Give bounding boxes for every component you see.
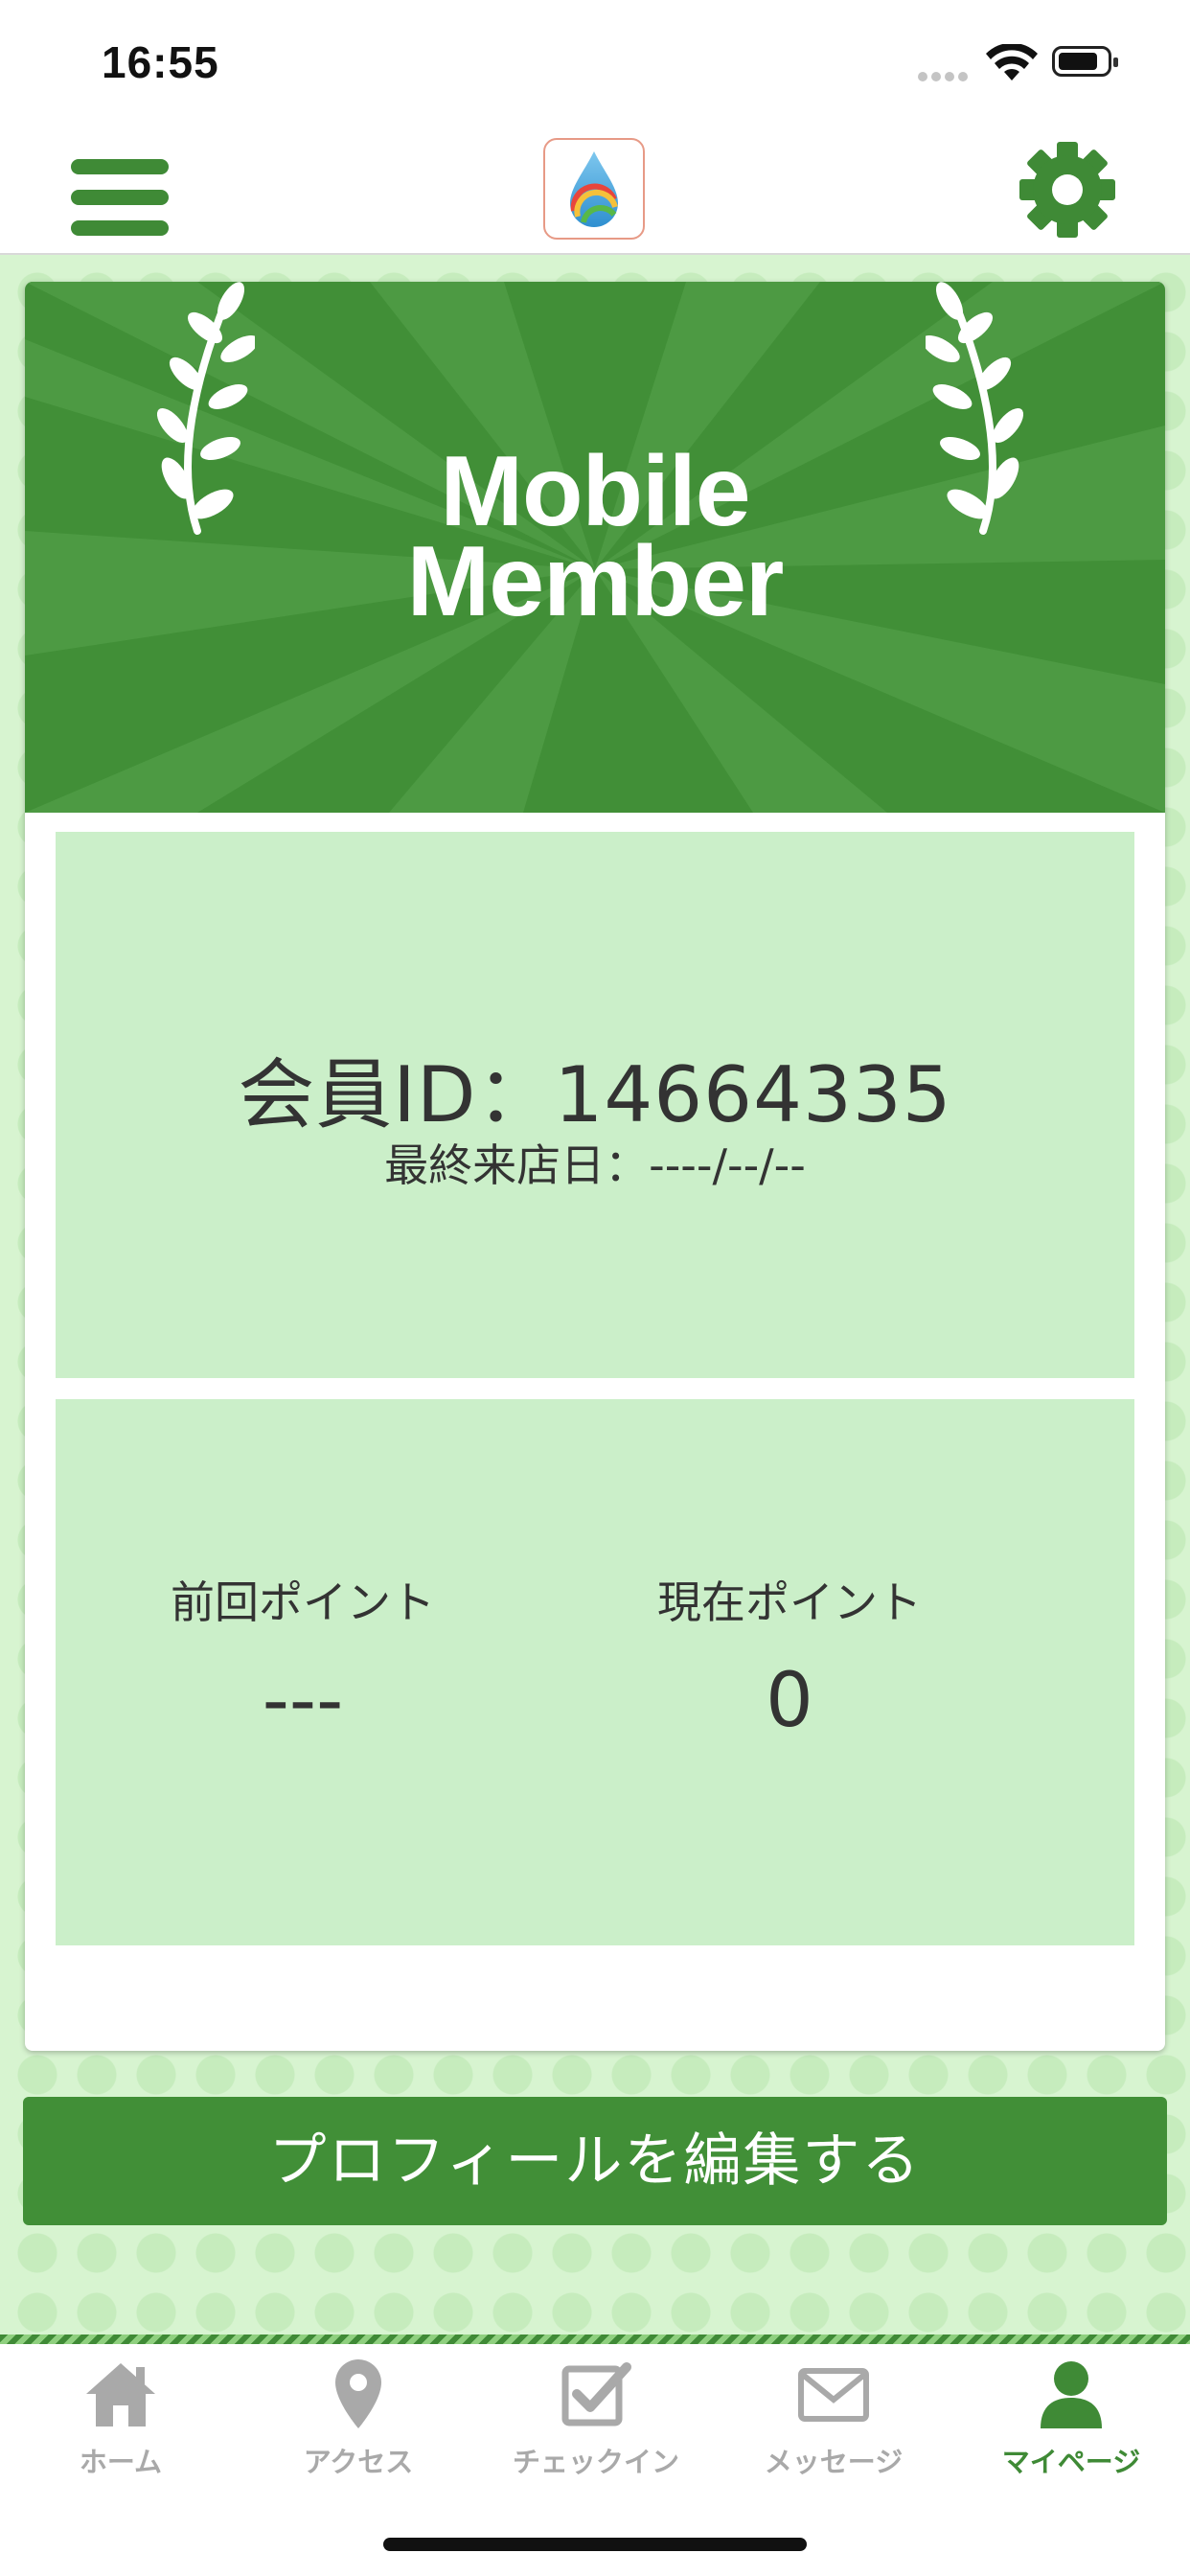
status-time: 16:55 <box>102 37 219 87</box>
cellular-signal-icon <box>918 67 973 81</box>
envelope-icon <box>798 2368 869 2422</box>
current-points-label: 現在ポイント <box>657 1576 922 1628</box>
previous-points-label: 前回ポイント <box>171 1576 435 1628</box>
water-drop-logo-icon <box>543 138 645 240</box>
user-icon <box>1041 2361 1102 2428</box>
tab-message-label: メッセージ <box>764 2446 904 2478</box>
app-header <box>0 126 1190 255</box>
tab-mypage-label: マイページ <box>1001 2446 1141 2478</box>
tab-checkin[interactable]: チェックイン <box>477 2356 715 2499</box>
wifi-icon <box>986 44 1038 80</box>
hamburger-menu-icon[interactable] <box>71 150 169 236</box>
tab-message[interactable]: メッセージ <box>715 2356 952 2499</box>
last-visit-date: 最終来店日：----/--/-- <box>384 1139 806 1191</box>
member-card: Mobile Member 会員ID：14664335 最終来店日：----/-… <box>25 282 1165 2051</box>
checkin-icon <box>561 2362 631 2426</box>
points-panel: 前回ポイント --- 現在ポイント 0 <box>56 1399 1134 1945</box>
home-indicator <box>383 2538 807 2551</box>
membership-title: Mobile Member <box>25 436 1165 637</box>
tab-access[interactable]: アクセス <box>240 2356 477 2499</box>
tab-access-label: アクセス <box>303 2446 414 2478</box>
home-icon <box>86 2363 155 2426</box>
tab-home-label: ホーム <box>79 2446 163 2478</box>
edit-profile-button[interactable]: プロフィールを編集する <box>23 2097 1167 2225</box>
current-points-value: 0 <box>766 1658 813 1744</box>
tab-checkin-label: チェックイン <box>512 2446 679 2478</box>
gear-icon[interactable] <box>1018 140 1117 240</box>
tab-bar-divider <box>0 2334 1190 2344</box>
status-bar: 16:55 <box>0 0 1190 126</box>
member-banner: Mobile Member <box>25 282 1165 813</box>
current-points: 現在ポイント 0 <box>550 1568 1029 1744</box>
membership-title-line1: Mobile <box>440 436 750 547</box>
tab-mypage[interactable]: マイページ <box>952 2356 1190 2499</box>
battery-icon <box>1052 46 1118 77</box>
member-id-panel: 会員ID：14664335 最終来店日：----/--/-- <box>56 832 1134 1378</box>
membership-title-line2: Member <box>406 526 785 637</box>
tab-home[interactable]: ホーム <box>2 2356 240 2499</box>
previous-points: 前回ポイント --- <box>63 1568 542 1744</box>
map-pin-icon <box>335 2359 381 2428</box>
previous-points-value: --- <box>262 1658 344 1744</box>
member-id: 会員ID：14664335 <box>238 1050 952 1139</box>
